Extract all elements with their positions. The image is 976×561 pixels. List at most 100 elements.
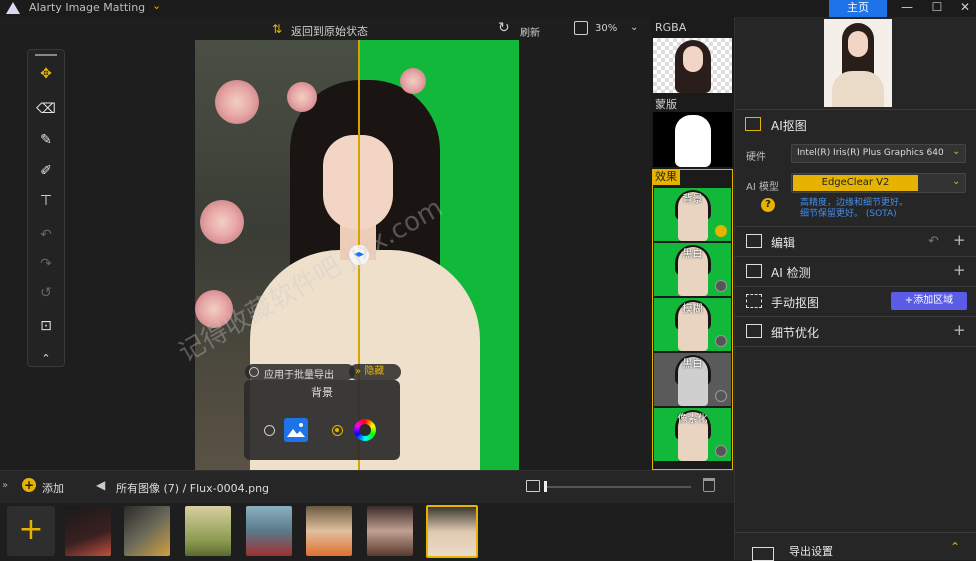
chevron-down-icon[interactable]: ⌄ bbox=[952, 146, 960, 157]
chevron-down-icon[interactable]: ⌄ bbox=[152, 0, 161, 12]
hide-label: 隐藏 bbox=[364, 366, 385, 377]
bg-color-radio[interactable] bbox=[332, 425, 343, 436]
model-label: AI 模型 bbox=[746, 182, 779, 193]
add-region-button[interactable]: +添加区域 bbox=[891, 292, 967, 310]
refresh-icon[interactable]: ↻ bbox=[498, 20, 510, 36]
revert-button[interactable]: 返回到原始状态 bbox=[291, 23, 368, 39]
zoom-icon[interactable] bbox=[574, 21, 588, 35]
back-arrow-icon[interactable]: ◀ bbox=[96, 478, 105, 492]
hide-button[interactable]: » 隐藏 bbox=[349, 364, 401, 380]
background-title: 背景 bbox=[311, 386, 333, 399]
image-thumbnail[interactable] bbox=[185, 506, 231, 556]
image-thumbnail[interactable] bbox=[124, 506, 170, 556]
image-thumbnail[interactable] bbox=[367, 506, 413, 556]
export-settings-title[interactable]: 导出设置 bbox=[789, 543, 833, 559]
ai-cutout-title: AI抠图 bbox=[771, 119, 807, 133]
manual-cutout-icon bbox=[746, 294, 762, 308]
chevron-down-icon: » bbox=[355, 366, 362, 377]
plus-icon[interactable]: + bbox=[953, 231, 966, 249]
check-icon bbox=[715, 225, 727, 237]
mask-label: 蒙版 bbox=[655, 98, 677, 111]
reset-icon[interactable]: ↺ bbox=[33, 280, 59, 306]
maximize-icon[interactable]: ☐ bbox=[924, 0, 950, 17]
image-thumbnail[interactable] bbox=[306, 506, 352, 556]
app-title: AIarty Image Matting bbox=[29, 1, 146, 14]
breadcrumb: 所有图像 (7) / Flux-0004.png bbox=[116, 482, 270, 495]
trash-icon[interactable] bbox=[703, 478, 715, 492]
slider-handle[interactable] bbox=[544, 481, 547, 492]
image-icon[interactable] bbox=[284, 418, 308, 442]
chevron-down-icon[interactable]: ⌄ bbox=[952, 176, 960, 187]
brush-icon[interactable]: ✎ bbox=[33, 127, 59, 153]
minimize-icon[interactable]: — bbox=[894, 0, 920, 17]
undo-icon[interactable]: ↶ bbox=[928, 234, 939, 249]
ai-cutout-icon bbox=[745, 117, 761, 131]
add-region-label: 添加区域 bbox=[913, 295, 954, 306]
revert-icon[interactable]: ⇅ bbox=[272, 22, 282, 36]
divider bbox=[735, 316, 976, 317]
apply-batch-radio[interactable] bbox=[249, 367, 259, 377]
hardware-label: 硬件 bbox=[746, 152, 766, 163]
home-button[interactable]: 主页 bbox=[829, 0, 887, 17]
effect-thumbnail[interactable]: 像素化 bbox=[654, 408, 731, 461]
flower bbox=[200, 200, 244, 244]
add-image-button[interactable]: + bbox=[7, 506, 55, 556]
effect-thumbnail[interactable]: 黑白 bbox=[654, 353, 731, 406]
panel-handle[interactable] bbox=[35, 54, 57, 56]
help-icon[interactable]: ? bbox=[761, 198, 775, 212]
undo-icon[interactable]: ↶ bbox=[33, 222, 59, 248]
preview-thumbnail bbox=[824, 19, 892, 107]
thumbnail-size-slider[interactable] bbox=[545, 486, 691, 488]
edit-title[interactable]: 编辑 bbox=[771, 234, 795, 251]
effect-thumbnail[interactable]: 模糊 bbox=[654, 298, 731, 351]
move-icon[interactable]: ✥ bbox=[33, 61, 59, 87]
fit-icon[interactable]: ⊡ bbox=[33, 313, 59, 339]
hair-flower bbox=[287, 82, 317, 112]
radio-icon bbox=[715, 335, 727, 347]
ai-detect-icon bbox=[746, 264, 762, 278]
effects-label: 效果 bbox=[652, 169, 680, 185]
image-thumbnail-selected[interactable] bbox=[426, 505, 478, 558]
hardware-value[interactable]: Intel(R) Iris(R) Plus Graphics 640 bbox=[797, 148, 944, 158]
rgba-thumbnail[interactable] bbox=[653, 38, 732, 93]
close-icon[interactable]: ✕ bbox=[952, 0, 976, 17]
collapse-tools-icon[interactable]: ⌃ bbox=[33, 346, 59, 372]
collapse-icon[interactable]: » bbox=[2, 480, 8, 491]
refine-title[interactable]: 细节优化 bbox=[771, 324, 819, 341]
radio-icon bbox=[715, 390, 727, 402]
mask-shape bbox=[675, 115, 711, 167]
model-description: 细节保留更好。 (SOTA) bbox=[800, 209, 897, 219]
bg-image-radio[interactable] bbox=[264, 425, 275, 436]
plus-icon: + bbox=[904, 295, 914, 306]
redo-icon[interactable]: ↷ bbox=[33, 251, 59, 277]
refine-icon bbox=[746, 324, 762, 338]
model-value[interactable]: EdgeClear V2 bbox=[793, 175, 918, 191]
add-icon[interactable]: + bbox=[22, 478, 36, 492]
app-logo-icon bbox=[6, 2, 20, 14]
effect-thumbnail[interactable]: 黑白 bbox=[654, 243, 731, 296]
manual-cutout-title[interactable]: 手动抠图 bbox=[771, 294, 819, 311]
zoom-chevron-icon[interactable]: ⌄ bbox=[630, 22, 638, 33]
radio-icon bbox=[715, 445, 727, 457]
rgba-label: RGBA bbox=[655, 21, 687, 34]
edit-icon bbox=[746, 234, 762, 248]
effect-thumbnail[interactable]: 背景 bbox=[654, 188, 731, 241]
eraser-icon[interactable]: ⌫ bbox=[33, 96, 59, 122]
add-button[interactable]: 添加 bbox=[42, 480, 64, 496]
color-picker-icon[interactable] bbox=[354, 419, 376, 441]
zoom-level[interactable]: 30% bbox=[595, 23, 617, 34]
refresh-button[interactable]: 刷新 bbox=[520, 24, 540, 39]
apply-batch-label[interactable]: 应用于批量导出 bbox=[264, 366, 334, 381]
flower bbox=[215, 80, 259, 124]
image-thumbnail[interactable] bbox=[246, 506, 292, 556]
restore-brush-icon[interactable]: ✐ bbox=[33, 158, 59, 184]
plus-icon[interactable]: + bbox=[953, 321, 966, 339]
ai-detect-title[interactable]: AI 检测 bbox=[771, 264, 811, 281]
plus-icon[interactable]: + bbox=[953, 261, 966, 279]
image-thumbnail[interactable] bbox=[65, 506, 111, 556]
roller-icon[interactable]: ⊤ bbox=[33, 188, 59, 214]
chevron-up-icon[interactable]: ⌃ bbox=[950, 540, 960, 554]
divider bbox=[735, 346, 976, 347]
divider bbox=[735, 226, 976, 227]
hair-flower bbox=[400, 68, 426, 94]
